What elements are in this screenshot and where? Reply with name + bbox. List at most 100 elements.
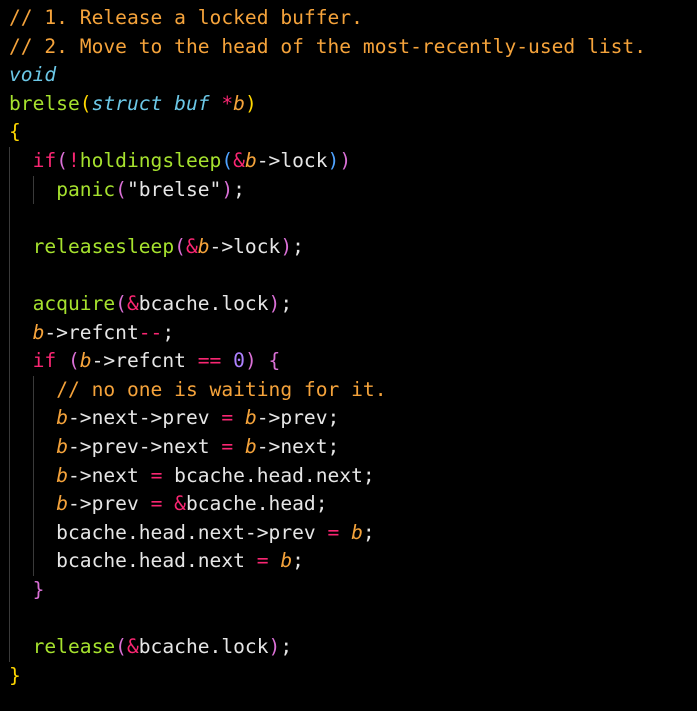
- code-token: bcache.head.next;: [162, 463, 375, 487]
- code-token: }: [9, 663, 21, 687]
- code-token: b: [197, 234, 210, 258]
- code-token: ->refcnt: [91, 349, 198, 373]
- code-token: releasesleep: [32, 234, 175, 258]
- code-token: b: [233, 91, 245, 115]
- code-token: &: [233, 149, 245, 172]
- code-token: bcache.head;: [185, 492, 328, 516]
- code-token: b: [244, 149, 257, 172]
- code-token: "brelse": [126, 177, 222, 201]
- code-token: ): [339, 149, 352, 172]
- code-line: releasesleep(&b->lock);: [9, 233, 304, 262]
- code-token: ->next->prev: [67, 406, 222, 430]
- code-line: }: [9, 662, 21, 691]
- code-token: struct: [91, 91, 163, 115]
- code-token: &: [174, 492, 186, 516]
- code-token: ->prev: [67, 492, 151, 516]
- code-editor[interactable]: // 1. Release a locked buffer. // 2. Move…: [0, 0, 697, 711]
- code-token: buf: [174, 91, 210, 115]
- code-token: --: [138, 320, 163, 344]
- code-token: ): [280, 234, 293, 258]
- code-token: ->prev->next: [67, 435, 222, 458]
- code-token: b: [32, 320, 45, 344]
- code-line: b->refcnt--;: [9, 319, 175, 348]
- code-token: release: [32, 635, 116, 659]
- code-line: b->prev = &bcache.head;: [9, 490, 328, 519]
- code-line: release(&bcache.lock);: [9, 633, 293, 662]
- code-token: bcache.lock: [138, 292, 269, 315]
- code-token: =: [256, 549, 269, 573]
- code-token: b: [56, 463, 68, 487]
- code-token: ): [268, 635, 281, 659]
- code-token: ;: [280, 292, 293, 315]
- code-token: b: [244, 406, 257, 430]
- code-token: // 1. Release a locked buffer.: [9, 6, 363, 29]
- code-token: }: [32, 578, 45, 601]
- code-line: }: [9, 576, 45, 605]
- code-line: b->next = bcache.head.next;: [9, 462, 375, 491]
- code-token: ;: [292, 549, 304, 573]
- code-token: ->next;: [256, 435, 340, 458]
- code-token: if: [32, 149, 57, 172]
- code-token: b: [351, 520, 363, 544]
- code-token: &: [185, 234, 198, 258]
- code-token: *: [221, 91, 234, 115]
- code-token: ==: [197, 349, 222, 373]
- code-token: &: [126, 292, 139, 315]
- code-token: (: [174, 234, 186, 258]
- code-token: ;: [162, 320, 175, 344]
- code-token: void: [9, 63, 57, 87]
- code-token: acquire: [32, 292, 116, 315]
- code-line: acquire(&bcache.lock);: [9, 290, 293, 319]
- indent-guide: [32, 175, 34, 205]
- code-line: bcache.head.next->prev = b;: [9, 519, 375, 548]
- code-line: // 2. Move to the head of the most-recen…: [9, 33, 646, 62]
- code-token: =: [221, 435, 234, 458]
- code-token: bcache.lock: [138, 635, 269, 659]
- code-token: ->lock: [256, 149, 328, 172]
- code-token: (: [115, 177, 127, 201]
- code-token: =: [150, 492, 163, 516]
- code-line: if (b->refcnt == 0) {: [9, 347, 281, 376]
- code-token: (: [67, 349, 80, 373]
- code-token: brelse: [9, 91, 80, 115]
- code-token: b: [56, 406, 68, 430]
- code-token: ): [244, 91, 257, 115]
- indent-guide: [9, 147, 10, 662]
- code-token: b: [56, 435, 68, 458]
- code-token: ->next: [67, 463, 151, 487]
- code-token: b: [280, 549, 293, 573]
- indent-guide: [32, 375, 34, 576]
- code-line: void: [9, 61, 56, 90]
- code-token: 0: [233, 349, 245, 373]
- code-token: (: [221, 149, 234, 172]
- code-token: b: [79, 349, 92, 373]
- code-token: ->lock: [209, 234, 281, 258]
- code-token: {: [9, 120, 21, 144]
- code-line: panic("brelse");: [9, 176, 245, 205]
- code-line: // 1. Release a locked buffer.: [9, 4, 363, 33]
- code-token: =: [327, 520, 340, 544]
- code-token: (: [115, 292, 127, 315]
- code-token: // no one is waiting for it.: [56, 377, 387, 401]
- code-token: &: [126, 635, 139, 659]
- code-token: =: [221, 406, 234, 430]
- code-token: b: [244, 435, 257, 458]
- code-token: ;: [233, 177, 245, 201]
- code-line: b->prev->next = b->next;: [9, 433, 339, 462]
- code-token: ;: [362, 520, 375, 544]
- code-token: ): [327, 149, 340, 172]
